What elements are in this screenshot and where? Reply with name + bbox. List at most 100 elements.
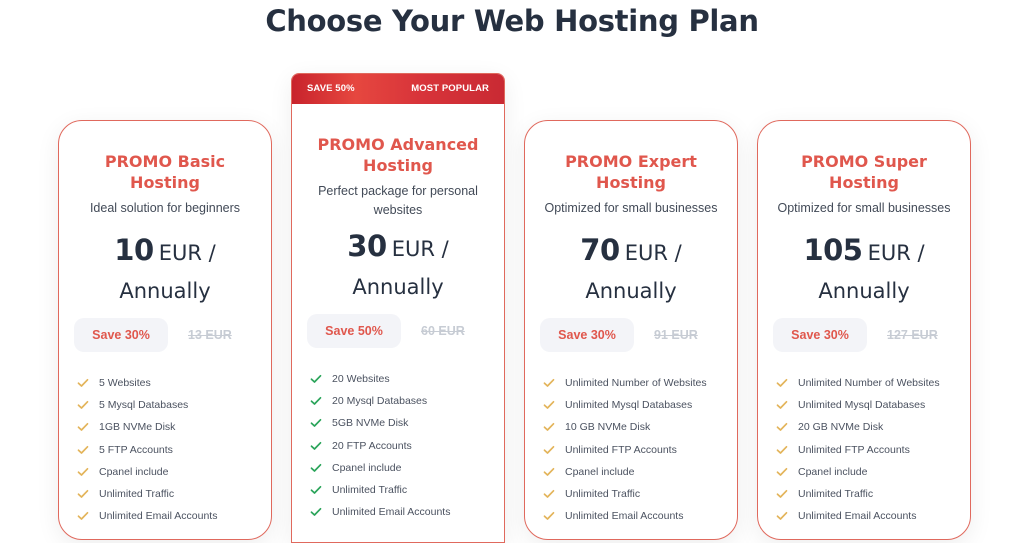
feature-item: Unlimited Traffic	[77, 483, 271, 505]
old-price: 13 EUR	[188, 328, 232, 342]
discount-row: Save 50% 60 EUR	[292, 314, 504, 348]
feature-text: 5 Websites	[99, 377, 151, 390]
save-badge: Save 30%	[773, 318, 867, 352]
checkmark-icon	[776, 422, 788, 432]
feature-text: 5GB NVMe Disk	[332, 417, 409, 430]
feature-item: Unlimited Number of Websites	[776, 372, 970, 394]
discount-row: Save 30% 13 EUR	[59, 318, 271, 352]
feature-text: Cpanel include	[332, 461, 402, 474]
plan-card-advanced[interactable]: SAVE 50% MOST POPULAR PROMO Advanced Hos…	[291, 73, 505, 543]
price-amount: 105	[803, 233, 863, 267]
feature-text: 20 Mysql Databases	[332, 395, 428, 408]
feature-text: Cpanel include	[798, 465, 868, 478]
checkmark-icon	[776, 467, 788, 477]
feature-text: 20 GB NVMe Disk	[798, 421, 884, 434]
feature-text: Unlimited Traffic	[798, 488, 874, 501]
feature-text: Cpanel include	[99, 465, 169, 478]
feature-item: Cpanel include	[310, 457, 504, 479]
feature-text: 20 FTP Accounts	[332, 439, 412, 452]
feature-text: Unlimited Traffic	[99, 488, 175, 501]
plan-card-super[interactable]: PROMO Super Hosting Optimized for small …	[757, 120, 971, 540]
feature-text: Unlimited Mysql Databases	[798, 399, 926, 412]
price-amount: 10	[114, 233, 154, 267]
feature-text: 10 GB NVMe Disk	[565, 421, 651, 434]
checkmark-icon	[310, 441, 322, 451]
checkmark-icon	[77, 378, 89, 388]
price-currency: EUR /	[624, 241, 682, 265]
save-badge: Save 50%	[307, 314, 401, 348]
plan-name: PROMO Advanced Hosting	[317, 135, 479, 175]
feature-item: Unlimited Email Accounts	[543, 505, 737, 527]
checkmark-icon	[543, 422, 555, 432]
feature-item: 20 FTP Accounts	[310, 435, 504, 457]
feature-text: 5 Mysql Databases	[99, 399, 189, 412]
checkmark-icon	[77, 467, 89, 477]
feature-item: 5 Mysql Databases	[77, 394, 271, 416]
feature-text: Unlimited FTP Accounts	[798, 443, 910, 456]
plan-description: Optimized for small businesses	[544, 201, 718, 215]
checkmark-icon	[310, 485, 322, 495]
checkmark-icon	[310, 418, 322, 428]
price-amount: 70	[580, 233, 620, 267]
feature-text: Unlimited Traffic	[332, 484, 408, 497]
popular-ribbon: SAVE 50% MOST POPULAR	[292, 74, 504, 104]
feature-list: Unlimited Number of Websites Unlimited My…	[525, 372, 737, 527]
checkmark-icon	[77, 489, 89, 499]
feature-list: Unlimited Number of Websites Unlimited My…	[758, 372, 970, 527]
feature-text: Unlimited Number of Websites	[565, 377, 707, 390]
checkmark-icon	[776, 378, 788, 388]
old-price: 127 EUR	[887, 328, 938, 342]
checkmark-icon	[310, 396, 322, 406]
feature-item: Unlimited Traffic	[543, 483, 737, 505]
plan-price: 70 EUR / Annually	[525, 232, 737, 309]
feature-item: Cpanel include	[77, 461, 271, 483]
plan-description: Perfect package for personal websites	[318, 184, 478, 217]
feature-item: Unlimited Email Accounts	[77, 505, 271, 527]
feature-text: 1GB NVMe Disk	[99, 421, 176, 434]
save-badge: Save 30%	[74, 318, 168, 352]
ribbon-popular-label: MOST POPULAR	[411, 82, 489, 94]
old-price: 91 EUR	[654, 328, 698, 342]
checkmark-icon	[310, 507, 322, 517]
discount-row: Save 30% 127 EUR	[758, 318, 970, 352]
checkmark-icon	[543, 445, 555, 455]
feature-item: Unlimited Email Accounts	[776, 505, 970, 527]
plan-card-basic[interactable]: PROMO Basic Hosting Ideal solution for b…	[58, 120, 272, 540]
plan-price: 10 EUR / Annually	[59, 232, 271, 309]
checkmark-icon	[543, 511, 555, 521]
plan-price: 105 EUR / Annually	[758, 232, 970, 309]
feature-item: 5 Websites	[77, 372, 271, 394]
feature-item: Unlimited FTP Accounts	[543, 439, 737, 461]
checkmark-icon	[310, 463, 322, 473]
plan-name: PROMO Basic Hosting	[104, 152, 226, 192]
checkmark-icon	[776, 400, 788, 410]
checkmark-icon	[77, 445, 89, 455]
checkmark-icon	[776, 445, 788, 455]
feature-item: Cpanel include	[543, 461, 737, 483]
feature-item: Unlimited Email Accounts	[310, 501, 504, 523]
feature-item: Unlimited Traffic	[776, 483, 970, 505]
checkmark-icon	[77, 422, 89, 432]
feature-text: 5 FTP Accounts	[99, 443, 173, 456]
price-amount: 30	[347, 229, 387, 263]
feature-item: Unlimited Traffic	[310, 479, 504, 501]
feature-text: 20 Websites	[332, 373, 390, 386]
price-period: Annually	[585, 279, 677, 303]
plan-card-expert[interactable]: PROMO Expert Hosting Optimized for small…	[524, 120, 738, 540]
plan-name: PROMO Expert Hosting	[565, 152, 697, 192]
feature-list: 5 Websites 5 Mysql Databases 1GB NVMe Disk…	[59, 372, 271, 527]
price-period: Annually	[818, 279, 910, 303]
feature-item: 20 Mysql Databases	[310, 390, 504, 412]
checkmark-icon	[543, 467, 555, 477]
feature-item: Unlimited Mysql Databases	[543, 394, 737, 416]
feature-item: 5 FTP Accounts	[77, 439, 271, 461]
ribbon-save-label: SAVE 50%	[307, 82, 355, 94]
feature-text: Unlimited FTP Accounts	[565, 443, 677, 456]
old-price: 60 EUR	[421, 324, 465, 338]
checkmark-icon	[77, 400, 89, 410]
feature-item: 20 GB NVMe Disk	[776, 416, 970, 438]
pricing-plans: PROMO Basic Hosting Ideal solution for b…	[0, 0, 1024, 543]
feature-text: Cpanel include	[565, 465, 635, 478]
price-currency: EUR /	[391, 237, 449, 261]
checkmark-icon	[543, 378, 555, 388]
